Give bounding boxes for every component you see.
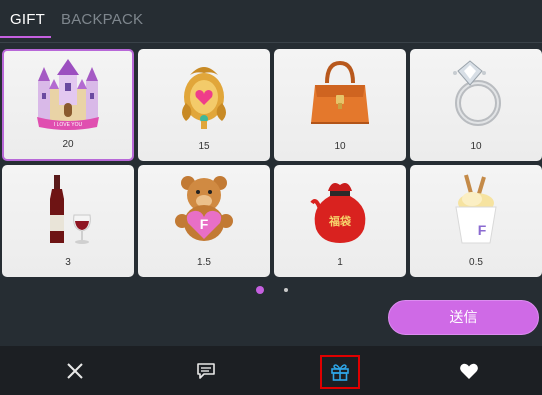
castle-banner-text: I LOVE YOU [54,122,83,128]
ice-cream-letter: F [478,222,487,238]
gift-price: 10 [470,141,482,152]
gift-icon [331,364,349,381]
page-dot-active[interactable] [256,286,264,294]
tab-active-indicator [0,36,51,38]
gift-price: 1.5 [197,257,211,268]
gift-price: 15 [198,141,210,152]
lucky-bag-icon: 福袋 [274,173,406,247]
like-button[interactable] [439,346,499,395]
send-button[interactable]: 送信 [388,300,539,335]
close-icon [67,362,83,379]
gift-price: 1 [337,257,343,268]
gift-card-wine[interactable]: 3 [2,165,134,277]
bottom-toolbar [0,346,542,395]
diamond-ring-icon [410,57,542,131]
gift-card-ring[interactable]: 10 [410,49,542,161]
gift-grid: I LOVE YOU 20 15 10 10 3 F 1.5 福袋 1 F 0.… [2,49,542,277]
teddy-heart-letter: F [200,216,209,232]
gift-card-teddy[interactable]: F 1.5 [138,165,270,277]
handbag-icon [274,57,406,131]
gift-card-golden-heart[interactable]: 15 [138,49,270,161]
gift-card-ice-cream[interactable]: F 0.5 [410,165,542,277]
gift-card-castle[interactable]: I LOVE YOU 20 [2,49,134,161]
gift-price: 0.5 [469,257,483,268]
tab-backpack[interactable]: BACKPACK [61,11,143,28]
close-button[interactable] [45,346,105,395]
chat-icon [197,362,215,379]
teddy-bear-icon: F [138,173,270,247]
page-dot[interactable] [284,288,288,292]
gift-card-lucky-bag[interactable]: 福袋 1 [274,165,406,277]
tab-gift[interactable]: GIFT [10,11,45,28]
ice-cream-icon: F [410,173,542,247]
gift-price: 10 [334,141,346,152]
gift-card-handbag[interactable]: 10 [274,49,406,161]
chat-button[interactable] [176,346,236,395]
castle-icon: I LOVE YOU [4,59,132,133]
heart-icon [460,363,478,379]
golden-heart-icon [138,57,270,131]
gift-button[interactable] [320,355,360,389]
tab-bar: GIFT BACKPACK [0,0,542,43]
gift-price: 20 [62,139,74,150]
lucky-bag-text: 福袋 [328,214,352,228]
gift-panel: GIFT BACKPACK I LOVE YOU 20 15 10 10 3 F… [0,0,542,395]
wine-bottle-icon [2,173,134,247]
gift-price: 3 [65,257,71,268]
